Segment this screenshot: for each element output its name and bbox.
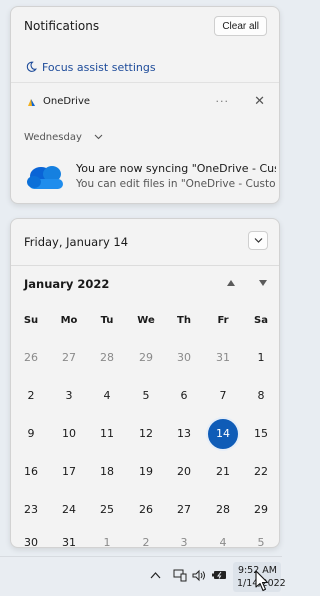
day-cell[interactable]: 4	[90, 379, 124, 413]
day-cell[interactable]: 17	[52, 455, 86, 489]
next-month-icon[interactable]	[258, 279, 268, 287]
day-cell[interactable]: 12	[129, 417, 163, 451]
day-cell[interactable]: 7	[206, 379, 240, 413]
weekday-label: Sa	[254, 315, 268, 326]
weekday-label: Th	[177, 315, 191, 326]
month-label[interactable]: January 2022	[24, 277, 109, 291]
day-cell[interactable]: 23	[14, 493, 48, 527]
day-cell[interactable]: 24	[52, 493, 86, 527]
day-cell[interactable]: 2	[129, 526, 163, 547]
previous-month-icon[interactable]	[226, 279, 236, 287]
toast-body: You can edit files in "OneDrive - Custor	[76, 178, 276, 190]
day-cell[interactable]: 6	[167, 379, 201, 413]
clear-all-button[interactable]: Clear all	[214, 16, 267, 36]
calendar-header: Friday, January 14	[11, 219, 279, 266]
day-cell[interactable]: 15	[244, 417, 278, 451]
day-cell[interactable]: 13	[167, 417, 201, 451]
onedrive-icon	[28, 99, 35, 106]
day-group-toggle[interactable]: Wednesday	[11, 128, 279, 148]
day-cell[interactable]: 19	[129, 455, 163, 489]
onedrive-toast[interactable]: You are now syncing "OneDrive - Custo Yo…	[11, 157, 279, 197]
mouse-cursor-icon	[255, 570, 269, 592]
day-cell[interactable]: 26	[129, 493, 163, 527]
day-cell[interactable]: 5	[129, 379, 163, 413]
chevron-down-icon	[254, 238, 263, 243]
weekday-label: Fr	[217, 315, 229, 326]
day-cell[interactable]: 25	[90, 493, 124, 527]
calendar-panel: Friday, January 14 January 2022 Su Mo Tu We…	[10, 218, 280, 548]
day-cell[interactable]: 26	[14, 341, 48, 375]
current-date-label: Friday, January 14	[24, 235, 129, 249]
day-cell[interactable]: 3	[52, 379, 86, 413]
volume-icon[interactable]	[192, 569, 206, 582]
weekday-label: Tu	[100, 315, 114, 326]
day-cell[interactable]: 21	[206, 455, 240, 489]
moon-icon	[26, 61, 37, 72]
day-cell[interactable]: 27	[52, 341, 86, 375]
day-cell[interactable]: 5	[244, 526, 278, 547]
day-cell[interactable]: 20	[167, 455, 201, 489]
day-cell[interactable]: 8	[244, 379, 278, 413]
app-name: OneDrive	[43, 96, 91, 107]
day-cell[interactable]: 29	[129, 341, 163, 375]
day-cell[interactable]: 10	[52, 417, 86, 451]
day-cell[interactable]: 22	[244, 455, 278, 489]
onedrive-cloud-icon	[27, 166, 63, 189]
notifications-title: Notifications	[24, 19, 100, 33]
day-cell[interactable]: 31	[52, 526, 86, 547]
collapse-calendar-button[interactable]	[248, 231, 268, 250]
selected-day-cell[interactable]: 14	[206, 417, 240, 451]
day-cell[interactable]: 30	[14, 526, 48, 547]
battery-icon[interactable]	[212, 569, 228, 581]
weekday-header: Su Mo Tu We Th Fr Sa	[11, 315, 279, 331]
notifications-panel: Notifications Clear all Focus assist set…	[10, 6, 280, 204]
weekday-label: We	[137, 315, 155, 326]
day-cell[interactable]: 31	[206, 341, 240, 375]
focus-assist-settings-link[interactable]: Focus assist settings	[11, 52, 279, 83]
day-cell[interactable]: 2	[14, 379, 48, 413]
day-cell[interactable]: 28	[90, 341, 124, 375]
day-cell[interactable]: 29	[244, 493, 278, 527]
close-icon[interactable]: ✕	[254, 94, 265, 109]
day-cell[interactable]: 1	[244, 341, 278, 375]
focus-assist-label: Focus assist settings	[42, 61, 156, 74]
day-cell[interactable]: 27	[167, 493, 201, 527]
network-icon[interactable]	[173, 569, 187, 582]
weekday-label: Mo	[60, 315, 78, 326]
toast-title: You are now syncing "OneDrive - Custo	[76, 162, 276, 175]
notifications-header: Notifications Clear all	[11, 7, 279, 47]
chevron-up-icon[interactable]	[150, 571, 161, 579]
day-cell[interactable]: 11	[90, 417, 124, 451]
day-cell[interactable]: 3	[167, 526, 201, 547]
taskbar: 9:52 AM 1/14/2022	[0, 556, 286, 596]
day-cell[interactable]: 30	[167, 341, 201, 375]
onedrive-group-header: OneDrive ··· ✕	[11, 91, 279, 115]
day-cell[interactable]: 9	[14, 417, 48, 451]
day-cell[interactable]: 16	[14, 455, 48, 489]
calendar-grid: 26 27 28 29 30 31 1 2 3 4 5 6 7 8 9 10 11 12 13 14 15 16 17 18 1…	[11, 341, 279, 547]
day-label: Wednesday	[24, 132, 82, 143]
day-cell[interactable]: 4	[206, 526, 240, 547]
day-cell[interactable]: 18	[90, 455, 124, 489]
day-cell[interactable]: 1	[90, 526, 124, 547]
more-options-icon[interactable]: ···	[216, 95, 230, 108]
day-cell[interactable]: 28	[206, 493, 240, 527]
chevron-down-icon	[94, 134, 103, 140]
weekday-label: Su	[23, 315, 39, 326]
